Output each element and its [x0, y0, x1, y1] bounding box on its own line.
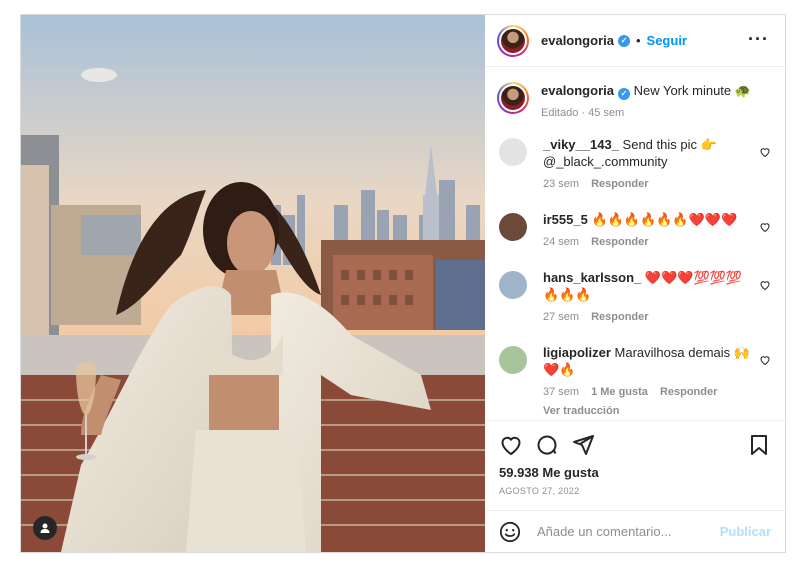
comment-item: hans_karlsson_ ❤️❤️❤️💯💯💯 🔥🔥🔥 27 sem Respo… [485, 269, 785, 326]
author-username[interactable]: evalongoria [541, 33, 614, 48]
post-actions: 59.938 Me gusta AGOSTO 27, 2022 [485, 420, 785, 496]
see-translation-link[interactable]: Ver traducción [543, 403, 753, 420]
save-bookmark-icon[interactable] [747, 433, 771, 457]
reply-button[interactable]: Responder [591, 236, 648, 248]
verified-badge-icon: ✓ [617, 88, 630, 100]
comment-time: 23 sem [543, 178, 580, 190]
author-avatar[interactable] [497, 24, 529, 57]
reply-button[interactable]: Responder [591, 178, 648, 190]
post-date: AGOSTO 27, 2022 [499, 486, 580, 496]
like-count[interactable]: 59.938 Me gusta [499, 465, 771, 480]
comment-username[interactable]: _viky__143_ [543, 137, 619, 152]
caption-text: New York minute 🐢 [633, 83, 751, 98]
caption-meta: Editado · 45 sem [541, 107, 625, 119]
comment-avatar[interactable] [499, 271, 527, 299]
comment-bubble-icon[interactable] [535, 433, 559, 457]
like-heart-icon[interactable] [499, 433, 523, 457]
photo-illustration [21, 15, 485, 552]
share-send-icon[interactable] [571, 433, 595, 457]
comment-avatar[interactable] [499, 138, 527, 166]
comment-time: 27 sem [543, 311, 580, 323]
separator-dot: • [635, 33, 641, 48]
like-comment-icon[interactable] [759, 221, 771, 233]
comment-time: 37 sem [543, 386, 580, 398]
caption-username[interactable]: evalongoria [541, 83, 614, 98]
more-options-icon[interactable]: ··· [748, 30, 769, 48]
comment-item: ligiapolizer Maravilhosa demais 🙌 ❤️🔥 37… [485, 344, 785, 420]
post-photo[interactable] [21, 15, 485, 552]
caption-avatar[interactable] [497, 82, 529, 114]
comments-list[interactable]: evalongoria ✓ New York minute 🐢 Editado ·… [485, 68, 785, 420]
reply-button[interactable]: Responder [591, 311, 648, 323]
post-caption: evalongoria ✓ New York minute 🐢 Editado ·… [485, 68, 785, 122]
like-comment-icon[interactable] [759, 354, 771, 366]
comment-time: 24 sem [543, 236, 580, 248]
publish-button[interactable]: Publicar [720, 524, 771, 539]
post-card: evalongoria ✓ • Seguir ··· evalongoria ✓ … [20, 14, 786, 553]
verified-badge-icon: ✓ [617, 34, 630, 47]
comment-item: ir555_5 🔥🔥🔥🔥🔥🔥❤️❤️❤️ 24 sem Responder [485, 211, 785, 251]
add-comment-bar: Publicar [485, 510, 785, 552]
post-side-panel: evalongoria ✓ • Seguir ··· evalongoria ✓ … [485, 15, 785, 552]
comment-username[interactable]: hans_karlsson_ [543, 270, 641, 285]
comment-like-count[interactable]: 1 Me gusta [591, 386, 648, 398]
comment-avatar[interactable] [499, 213, 527, 241]
comment-username[interactable]: ir555_5 [543, 212, 588, 227]
comment-text: 🔥🔥🔥🔥🔥🔥❤️❤️❤️ [591, 212, 738, 227]
tagged-user-icon[interactable] [33, 516, 57, 540]
comment-avatar[interactable] [499, 346, 527, 374]
like-comment-icon[interactable] [759, 279, 771, 291]
reply-button[interactable]: Responder [660, 386, 717, 398]
post-header: evalongoria ✓ • Seguir ··· [485, 15, 785, 67]
emoji-icon[interactable] [499, 521, 521, 543]
like-comment-icon[interactable] [759, 146, 771, 158]
follow-button[interactable]: Seguir [647, 33, 687, 48]
comment-input[interactable] [535, 523, 720, 540]
comment-username[interactable]: ligiapolizer [543, 345, 611, 360]
comment-item: _viky__143_ Send this pic 👉 @_black_.com… [485, 136, 785, 193]
